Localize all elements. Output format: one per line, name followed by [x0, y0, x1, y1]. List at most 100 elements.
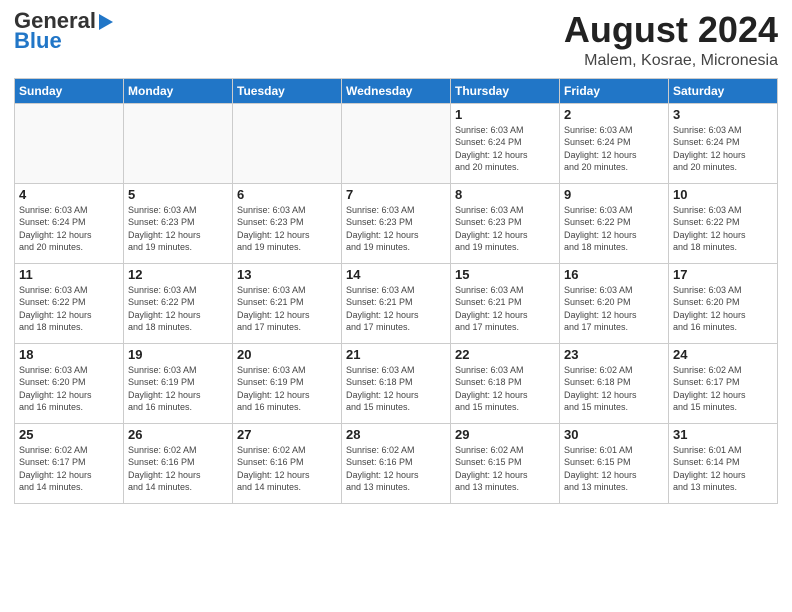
day-info: Sunrise: 6:02 AM Sunset: 6:16 PM Dayligh… [128, 444, 228, 494]
calendar-header-row: SundayMondayTuesdayWednesdayThursdayFrid… [15, 78, 778, 103]
calendar-cell: 5 Sunrise: 6:03 AM Sunset: 6:23 PM Daylig… [124, 183, 233, 263]
calendar-week-1: 1 Sunrise: 6:03 AM Sunset: 6:24 PM Daylig… [15, 103, 778, 183]
calendar-week-3: 11 Sunrise: 6:03 AM Sunset: 6:22 PM Dayli… [15, 263, 778, 343]
calendar-cell: 7Sunrise: 6:03 AM Sunset: 6:23 PM Daylig… [342, 183, 451, 263]
day-number: 30 [564, 427, 664, 442]
day-number: 13 [237, 267, 337, 282]
calendar-cell: 14 Sunrise: 6:03 AM Sunset: 6:21 PM Dayli… [342, 263, 451, 343]
day-number: 2 [564, 107, 664, 122]
day-number: 19 [128, 347, 228, 362]
calendar-cell: 26 Sunrise: 6:02 AM Sunset: 6:16 PM Dayli… [124, 423, 233, 503]
day-info: Sunrise: 6:03 AM Sunset: 6:24 PM Dayligh… [564, 124, 664, 174]
calendar-cell: 11Sunrise: 6:03 AM Sunset: 6:22 PM Dayli… [15, 263, 124, 343]
calendar-cell: 22 Sunrise: 6:03 AM Sunset: 6:18 PM Dayli… [451, 343, 560, 423]
day-info: Sunrise: 6:03 AM Sunset: 6:20 PM Dayligh… [673, 284, 773, 334]
day-info: Sunrise: 6:03 AM Sunset: 6:22 PM Dayligh… [128, 284, 228, 334]
calendar-cell: 8 Sunrise: 6:03 AM Sunset: 6:23 PM Daylig… [451, 183, 560, 263]
day-number: 21 [346, 347, 446, 362]
calendar-header-monday: Monday [124, 78, 233, 103]
day-number: 28 [346, 427, 446, 442]
day-info: Sunrise: 6:03 AM Sunset: 6:23 PM Dayligh… [455, 204, 555, 254]
calendar-cell: 15Sunrise: 6:03 AM Sunset: 6:21 PM Dayli… [451, 263, 560, 343]
day-number: 8 [455, 187, 555, 202]
month-year: August 2024 [564, 10, 778, 50]
day-number: 14 [346, 267, 446, 282]
day-info: Sunrise: 6:03 AM Sunset: 6:24 PM Dayligh… [19, 204, 119, 254]
calendar-cell: 29Sunrise: 6:02 AM Sunset: 6:15 PM Dayli… [451, 423, 560, 503]
day-info: Sunrise: 6:03 AM Sunset: 6:19 PM Dayligh… [128, 364, 228, 414]
calendar-cell [342, 103, 451, 183]
calendar-week-4: 18 Sunrise: 6:03 AM Sunset: 6:20 PM Dayli… [15, 343, 778, 423]
day-info: Sunrise: 6:03 AM Sunset: 6:20 PM Dayligh… [19, 364, 119, 414]
calendar-cell: 30Sunrise: 6:01 AM Sunset: 6:15 PM Dayli… [560, 423, 669, 503]
calendar-cell: 6 Sunrise: 6:03 AM Sunset: 6:23 PM Daylig… [233, 183, 342, 263]
day-number: 22 [455, 347, 555, 362]
calendar-header-friday: Friday [560, 78, 669, 103]
calendar-cell: 31 Sunrise: 6:01 AM Sunset: 6:14 PM Dayli… [669, 423, 778, 503]
day-info: Sunrise: 6:03 AM Sunset: 6:18 PM Dayligh… [455, 364, 555, 414]
calendar-cell: 28 Sunrise: 6:02 AM Sunset: 6:16 PM Dayli… [342, 423, 451, 503]
calendar-cell: 12 Sunrise: 6:03 AM Sunset: 6:22 PM Dayli… [124, 263, 233, 343]
day-number: 11 [19, 267, 119, 282]
day-info: Sunrise: 6:03 AM Sunset: 6:22 PM Dayligh… [673, 204, 773, 254]
calendar-cell: 3Sunrise: 6:03 AM Sunset: 6:24 PM Daylig… [669, 103, 778, 183]
calendar-cell: 16 Sunrise: 6:03 AM Sunset: 6:20 PM Dayli… [560, 263, 669, 343]
day-info: Sunrise: 6:03 AM Sunset: 6:23 PM Dayligh… [128, 204, 228, 254]
day-number: 10 [673, 187, 773, 202]
day-info: Sunrise: 6:02 AM Sunset: 6:18 PM Dayligh… [564, 364, 664, 414]
calendar-cell: 2 Sunrise: 6:03 AM Sunset: 6:24 PM Daylig… [560, 103, 669, 183]
day-info: Sunrise: 6:02 AM Sunset: 6:16 PM Dayligh… [346, 444, 446, 494]
calendar-week-2: 4 Sunrise: 6:03 AM Sunset: 6:24 PM Daylig… [15, 183, 778, 263]
day-number: 20 [237, 347, 337, 362]
calendar-cell: 24Sunrise: 6:02 AM Sunset: 6:17 PM Dayli… [669, 343, 778, 423]
calendar-header-saturday: Saturday [669, 78, 778, 103]
day-info: Sunrise: 6:01 AM Sunset: 6:14 PM Dayligh… [673, 444, 773, 494]
day-number: 27 [237, 427, 337, 442]
day-info: Sunrise: 6:03 AM Sunset: 6:21 PM Dayligh… [346, 284, 446, 334]
calendar-header-wednesday: Wednesday [342, 78, 451, 103]
day-number: 16 [564, 267, 664, 282]
day-number: 4 [19, 187, 119, 202]
day-number: 6 [237, 187, 337, 202]
calendar-week-5: 25 Sunrise: 6:02 AM Sunset: 6:17 PM Dayli… [15, 423, 778, 503]
calendar-cell: 20 Sunrise: 6:03 AM Sunset: 6:19 PM Dayli… [233, 343, 342, 423]
day-number: 9 [564, 187, 664, 202]
day-info: Sunrise: 6:03 AM Sunset: 6:20 PM Dayligh… [564, 284, 664, 334]
day-info: Sunrise: 6:03 AM Sunset: 6:18 PM Dayligh… [346, 364, 446, 414]
location: Malem, Kosrae, Micronesia [564, 52, 778, 70]
day-info: Sunrise: 6:02 AM Sunset: 6:17 PM Dayligh… [673, 364, 773, 414]
day-info: Sunrise: 6:03 AM Sunset: 6:19 PM Dayligh… [237, 364, 337, 414]
day-number: 31 [673, 427, 773, 442]
day-number: 12 [128, 267, 228, 282]
logo: General Blue [14, 10, 113, 52]
day-info: Sunrise: 6:03 AM Sunset: 6:21 PM Dayligh… [455, 284, 555, 334]
calendar-cell: 9 Sunrise: 6:03 AM Sunset: 6:22 PM Daylig… [560, 183, 669, 263]
calendar-header-thursday: Thursday [451, 78, 560, 103]
day-info: Sunrise: 6:03 AM Sunset: 6:24 PM Dayligh… [673, 124, 773, 174]
day-number: 23 [564, 347, 664, 362]
day-number: 5 [128, 187, 228, 202]
day-number: 18 [19, 347, 119, 362]
day-info: Sunrise: 6:02 AM Sunset: 6:17 PM Dayligh… [19, 444, 119, 494]
day-number: 25 [19, 427, 119, 442]
day-info: Sunrise: 6:03 AM Sunset: 6:22 PM Dayligh… [564, 204, 664, 254]
day-info: Sunrise: 6:02 AM Sunset: 6:16 PM Dayligh… [237, 444, 337, 494]
calendar-cell: 13 Sunrise: 6:03 AM Sunset: 6:21 PM Dayli… [233, 263, 342, 343]
logo-blue: Blue [14, 30, 62, 52]
header: General Blue August 2024 Malem, Kosrae, … [14, 10, 778, 70]
title-section: August 2024 Malem, Kosrae, Micronesia [564, 10, 778, 70]
calendar-cell [233, 103, 342, 183]
calendar-cell: 23 Sunrise: 6:02 AM Sunset: 6:18 PM Dayli… [560, 343, 669, 423]
calendar-cell: 17 Sunrise: 6:03 AM Sunset: 6:20 PM Dayli… [669, 263, 778, 343]
day-info: Sunrise: 6:03 AM Sunset: 6:23 PM Dayligh… [237, 204, 337, 254]
calendar-cell: 27 Sunrise: 6:02 AM Sunset: 6:16 PM Dayli… [233, 423, 342, 503]
day-number: 1 [455, 107, 555, 122]
day-number: 26 [128, 427, 228, 442]
calendar-cell: 4 Sunrise: 6:03 AM Sunset: 6:24 PM Daylig… [15, 183, 124, 263]
calendar-cell [15, 103, 124, 183]
calendar-cell: 18 Sunrise: 6:03 AM Sunset: 6:20 PM Dayli… [15, 343, 124, 423]
day-info: Sunrise: 6:03 AM Sunset: 6:24 PM Dayligh… [455, 124, 555, 174]
day-info: Sunrise: 6:03 AM Sunset: 6:21 PM Dayligh… [237, 284, 337, 334]
calendar-header-tuesday: Tuesday [233, 78, 342, 103]
day-number: 17 [673, 267, 773, 282]
